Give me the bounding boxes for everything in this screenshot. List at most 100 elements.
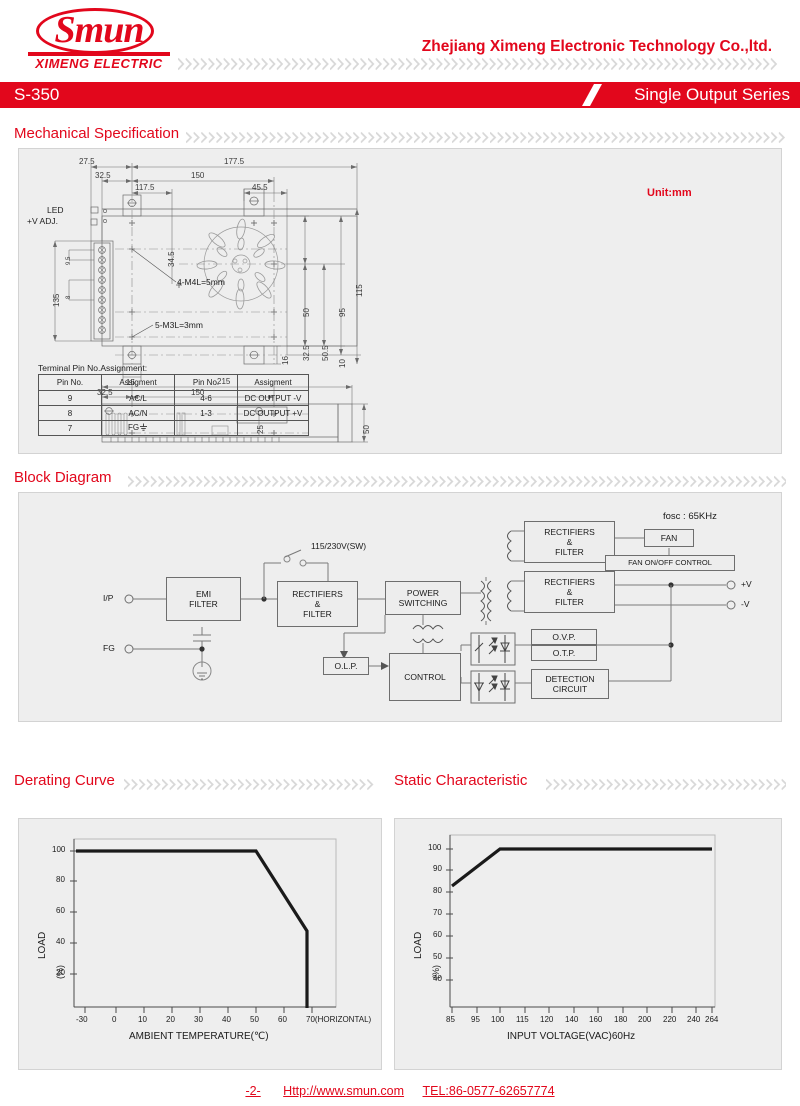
switch-label: 115/230V(SW) — [311, 541, 367, 551]
telephone-number: TEL:86-0577-62657774 — [422, 1084, 555, 1098]
section-title-mechanical: Mechanical Specification — [14, 125, 180, 142]
block-diagram-panel: EMI FILTER RECTIFIERS & FILTER POWER SWI… — [18, 492, 782, 722]
dim-150-top: 150 — [191, 171, 205, 180]
derating-xtick-m30: -30 — [76, 1015, 88, 1024]
col-header-assign-2: Assigment — [237, 374, 309, 391]
dim-115: 115 — [355, 284, 364, 297]
dim-32-5-top: 32.5 — [95, 171, 111, 180]
input-ip-label: I/P — [103, 593, 114, 603]
logo-wordmark: Smun — [54, 9, 145, 51]
fg-label: FG — [127, 422, 140, 432]
static-xtick-200: 200 — [638, 1015, 652, 1024]
dim-32-5-right: 32.5 — [302, 345, 311, 361]
dim-177-5: 177.5 — [224, 157, 245, 166]
output-positive-label: +V — [741, 579, 752, 589]
label-screw-m4: 4-M4L=5mm — [177, 277, 225, 287]
dim-10: 10 — [338, 359, 347, 368]
power-switching-label: POWER SWITCHING — [398, 588, 448, 608]
cell-pin: 8 — [38, 405, 102, 421]
static-ytick-90: 90 — [433, 864, 442, 873]
cell-pin-empty — [174, 420, 238, 436]
static-y-axis-unit: (%) — [431, 965, 441, 979]
static-xtick-85: 85 — [446, 1015, 455, 1024]
derating-ytick-60: 60 — [56, 906, 65, 915]
rect-filter-1-label: RECTIFIERS & FILTER — [292, 589, 343, 619]
derating-y-axis-unit: (%) — [55, 965, 65, 979]
static-xtick-160: 160 — [589, 1015, 603, 1024]
control-label: CONTROL — [404, 672, 446, 682]
header-chevron-divider — [178, 57, 778, 71]
derating-x-axis-title: AMBIENT TEMPERATURE(℃) — [129, 1031, 269, 1042]
derating-xtick-20: 20 — [166, 1015, 175, 1024]
static-xtick-180: 180 — [614, 1015, 628, 1024]
block-olp: O.L.P. — [323, 657, 369, 675]
derating-xtick-30: 30 — [194, 1015, 203, 1024]
cell-assignment: DC OUTPUT +V — [237, 405, 309, 421]
static-xtick-264: 264 — [705, 1015, 719, 1024]
website-link[interactable]: Http://www.smun.com — [283, 1084, 404, 1098]
label-vadj: +V ADJ. — [27, 216, 58, 226]
pin-table-caption: Terminal Pin No.Assignment: — [38, 363, 148, 373]
static-ytick-60: 60 — [433, 930, 442, 939]
block-detection-circuit: DETECTION CIRCUIT — [531, 669, 609, 699]
cell-pin: 1-3 — [174, 405, 238, 421]
cell-pin: 9 — [38, 390, 102, 406]
cell-assignment: AC/L — [101, 390, 175, 406]
section-title-static: Static Characteristic — [394, 772, 528, 789]
table-row: 7 FG — [38, 420, 309, 436]
section-title-derating: Derating Curve — [14, 772, 115, 789]
label-screw-m3: 5-M3L=3mm — [155, 320, 203, 330]
dim-27-5: 27.5 — [79, 157, 95, 166]
label-led: LED — [47, 205, 64, 215]
derating-ytick-100: 100 — [52, 845, 66, 854]
static-xtick-220: 220 — [663, 1015, 677, 1024]
table-row: 8 AC/N 1-3 DC OUTPUT +V — [38, 405, 309, 421]
derating-xtick-0: 0 — [112, 1015, 117, 1024]
input-fg-label: FG — [103, 643, 115, 653]
dim-50-5: 50.5 — [321, 345, 330, 361]
emi-filter-label: EMI FILTER — [189, 589, 218, 609]
derating-xtick-50: 50 — [250, 1015, 259, 1024]
section-title-block: Block Diagram — [14, 469, 112, 486]
static-x-axis-title: INPUT VOLTAGE(VAC)60Hz — [507, 1031, 636, 1042]
fan-control-label: FAN ON/OFF CONTROL — [628, 558, 712, 567]
block-ovp: O.V.P. — [531, 629, 597, 645]
block-fan-control: FAN ON/OFF CONTROL — [605, 555, 735, 571]
static-characteristic-panel: 100 90 80 70 60 50 40 85 95 100 115 120 … — [394, 818, 782, 1070]
derating-xtick-40: 40 — [222, 1015, 231, 1024]
output-negative-label: -V — [741, 599, 750, 609]
block-otp: O.T.P. — [531, 645, 597, 661]
col-header-pin-2: Pin No. — [174, 374, 238, 391]
derating-ytick-40: 40 — [56, 937, 65, 946]
unit-label: Unit:mm — [647, 187, 692, 199]
detection-label: DETECTION CIRCUIT — [545, 674, 595, 694]
rect-filter-3-label: RECTIFIERS & FILTER — [544, 577, 595, 607]
ovp-label: O.V.P. — [552, 632, 576, 642]
derating-xtick-60: 60 — [278, 1015, 287, 1024]
company-logo: Smun XIMENG ELECTRIC — [14, 6, 184, 72]
derating-ytick-80: 80 — [56, 875, 65, 884]
cell-assignment-empty — [237, 420, 309, 436]
table-header-row: Pin No. Assigment Pin No. Assigment — [38, 374, 309, 391]
static-xtick-95: 95 — [471, 1015, 480, 1024]
dim-9-5: 9.5 — [66, 256, 72, 265]
static-ytick-100: 100 — [428, 843, 442, 852]
block-rectifiers-filter-1: RECTIFIERS & FILTER — [277, 581, 358, 627]
otp-label: O.T.P. — [552, 648, 576, 658]
fosc-label: fosc : 65KHz — [663, 511, 717, 522]
static-xtick-115: 115 — [516, 1015, 529, 1024]
col-header-pin-1: Pin No. — [38, 374, 102, 391]
cell-assignment: DC OUTPUT -V — [237, 390, 309, 406]
table-row: 9 AC/L 4-6 DC OUTPUT -V — [38, 390, 309, 406]
derating-xtick-70: 70(HORIZONTAL) — [306, 1015, 372, 1024]
ground-icon — [139, 423, 148, 434]
derating-y-axis-title: LOAD — [37, 931, 48, 959]
static-y-axis-title: LOAD — [413, 931, 424, 959]
cell-assignment-fg: FG — [101, 420, 175, 436]
block-rectifiers-filter-2: RECTIFIERS & FILTER — [524, 521, 615, 563]
block-power-switching: POWER SWITCHING — [385, 581, 461, 615]
block-emi-filter: EMI FILTER — [166, 577, 241, 621]
logo-subtitle: XIMENG ELECTRIC — [35, 56, 163, 71]
col-header-assign-1: Assigment — [101, 374, 175, 391]
olp-label: O.L.P. — [334, 661, 358, 671]
